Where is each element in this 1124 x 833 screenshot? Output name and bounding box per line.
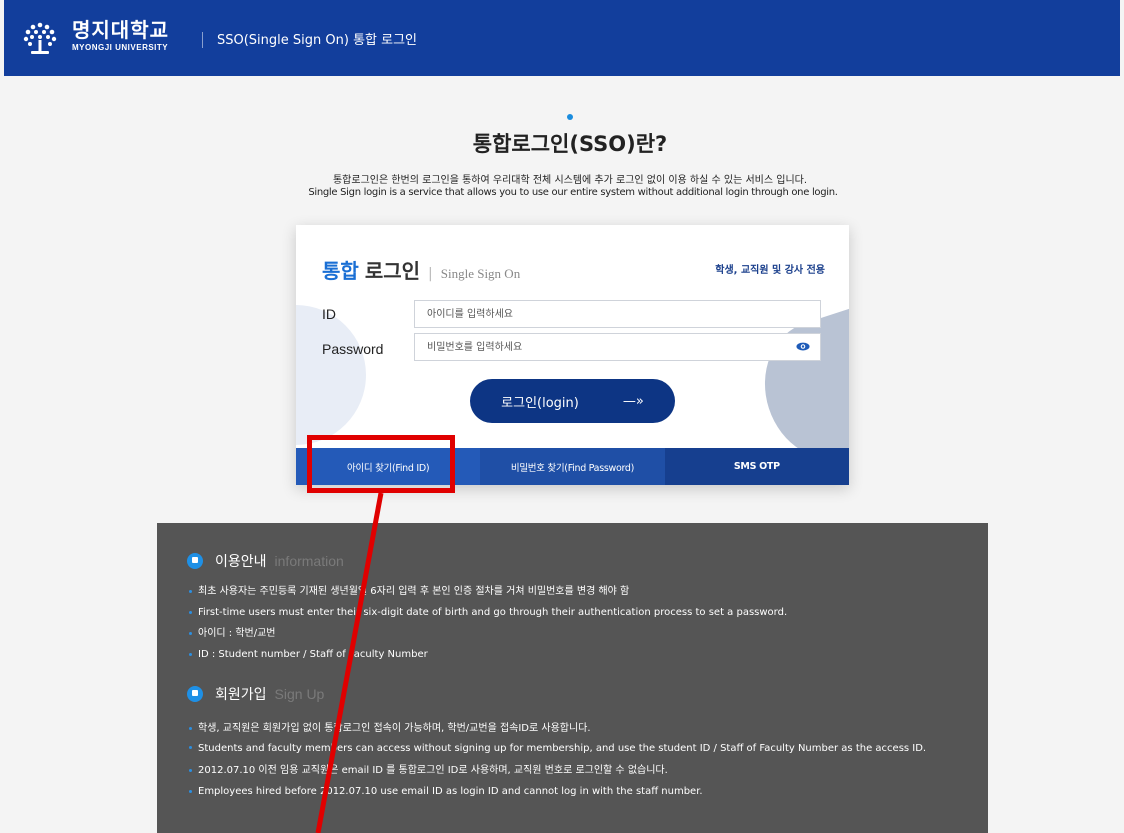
list-item: First-time users must enter their six-di… xyxy=(189,602,969,623)
header-divider xyxy=(202,32,203,48)
find-password-tab[interactable]: 비밀번호 찾기(Find Password) xyxy=(480,448,665,485)
id-input[interactable] xyxy=(414,300,821,328)
list-item: ID : Student number / Staff of Faculty N… xyxy=(189,644,969,665)
info-bullet-icon xyxy=(187,686,203,702)
logo-korean-name: 명지대학교 xyxy=(72,18,169,42)
list-item: 학생, 교직원은 회원가입 없이 통합로그인 접속이 가능하며, 학번/교번을 … xyxy=(189,718,969,739)
signup-title-english: Sign Up xyxy=(274,686,325,702)
list-item: 최초 사용자는 주민등록 기재된 생년월일 6자리 입력 후 본인 인증 절차를… xyxy=(189,581,969,602)
header-title: SSO(Single Sign On) 통합 로그인 xyxy=(217,33,418,48)
login-title-english: Single Sign On xyxy=(440,266,521,281)
password-row xyxy=(296,333,849,363)
signup-section-header: 회원가입 Sign Up xyxy=(187,684,324,704)
information-panel: 이용안내 information 최초 사용자는 주민등록 기재된 생년월일 6… xyxy=(157,523,988,833)
logo-english-name: MYONGJI UNIVERSITY xyxy=(72,43,169,52)
id-label: ID xyxy=(322,306,336,322)
info-bullet-icon xyxy=(187,553,203,569)
information-list: 최초 사용자는 주민등록 기재된 생년월일 6자리 입력 후 본인 인증 절차를… xyxy=(189,581,969,665)
password-input[interactable] xyxy=(414,333,821,361)
decorative-circle-left xyxy=(296,305,366,445)
annotation-highlight-box xyxy=(307,435,455,493)
intro-title: 통합로그인(SSO)란? xyxy=(472,132,668,156)
arrow-right-icon: —» xyxy=(622,393,644,409)
login-title-accent: 통합 xyxy=(322,259,359,283)
information-section-header: 이용안내 information xyxy=(187,551,344,571)
login-title-rest: 로그인 xyxy=(364,259,421,283)
sms-otp-tab[interactable]: SMS OTP xyxy=(664,448,849,485)
list-item: Employees hired before 2012.07.10 use em… xyxy=(189,781,969,802)
list-item: 2012.07.10 이전 임용 교직원은 email ID 를 통합로그인 I… xyxy=(189,760,969,781)
university-logo[interactable]: 명지대학교 MYONGJI UNIVERSITY xyxy=(72,18,169,53)
show-password-eye-icon[interactable] xyxy=(796,342,810,351)
login-title-separator: | xyxy=(428,266,433,282)
intro-dot-icon xyxy=(567,114,573,120)
information-title-english: information xyxy=(274,553,344,569)
intro-description-korean: 통합로그인은 한번의 로그인을 통하여 우리대학 전체 시스템에 추가 로그인 … xyxy=(332,175,808,186)
login-button-label: 로그인(login) xyxy=(501,395,579,411)
login-card-title: 통합 로그인 | Single Sign On xyxy=(322,255,520,284)
information-title-korean: 이용안내 xyxy=(215,554,267,570)
login-button[interactable]: 로그인(login) —» xyxy=(470,379,675,423)
signup-title-korean: 회원가입 xyxy=(215,687,267,703)
list-item: 아이디 : 학번/교번 xyxy=(189,623,969,644)
signup-list: 학생, 교직원은 회원가입 없이 통합로그인 접속이 가능하며, 학번/교번을 … xyxy=(189,718,969,802)
intro-description-english: Single Sign login is a service that allo… xyxy=(308,187,838,198)
login-audience-note: 학생, 교직원 및 강사 전용 xyxy=(715,265,825,276)
header-bar: 명지대학교 MYONGJI UNIVERSITY SSO(Single Sign… xyxy=(4,0,1120,76)
university-emblem-icon[interactable] xyxy=(20,18,60,58)
list-item: Students and faculty members can access … xyxy=(189,739,969,760)
